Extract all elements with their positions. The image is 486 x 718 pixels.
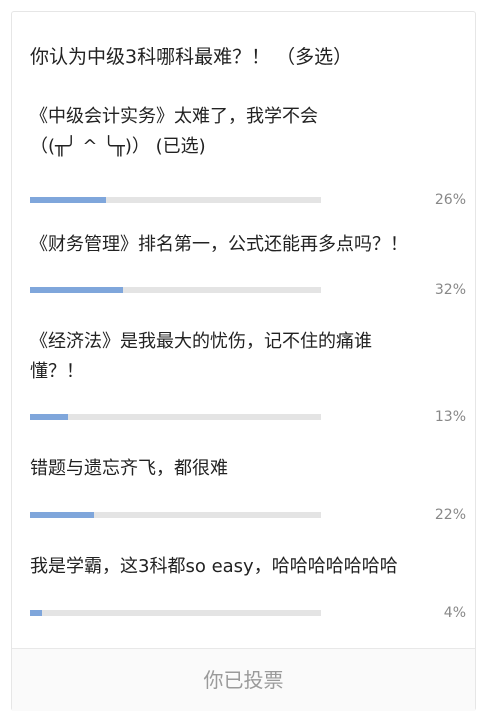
option-text-line: 《中级会计实务》太难了，我学不会 — [30, 106, 318, 127]
option-result-row: 32% — [30, 280, 466, 300]
progress-fill — [30, 414, 68, 420]
option-text-line: （(╥╯ ^ ╰╥)） (已选) — [30, 136, 206, 157]
voted-status-button[interactable]: 你已投票 — [12, 649, 475, 711]
poll-option-4: 错题与遗忘齐飞，都很难 22% — [30, 454, 466, 523]
option-text: 《经济法》是我最大的忧伤，记不住的痛谁 懂？！ — [30, 327, 466, 387]
option-result-row: 13% — [30, 407, 466, 427]
progress-fill — [30, 197, 106, 203]
option-text: 我是学霸，这3科都so easy，哈哈哈哈哈哈哈 — [30, 552, 466, 582]
progress-track — [30, 287, 321, 293]
option-text-line: 懂？！ — [30, 361, 84, 382]
percent-label: 4% — [443, 605, 466, 621]
percent-label: 32% — [434, 282, 466, 298]
poll-option-2: 《财务管理》排名第一，公式还能再多点吗？！ 32% — [30, 230, 466, 298]
option-text: 《财务管理》排名第一，公式还能再多点吗？！ — [30, 230, 466, 260]
percent-label: 22% — [434, 507, 466, 523]
option-text-line: 错题与遗忘齐飞，都很难 — [30, 458, 228, 479]
poll-question: 你认为中级3科哪科最难？！ （多选） — [30, 46, 353, 68]
percent-label: 13% — [434, 409, 466, 425]
option-text-line: 《经济法》是我最大的忧伤，记不住的痛谁 — [30, 331, 372, 352]
option-result-row: 4% — [30, 603, 466, 623]
progress-fill — [30, 610, 42, 616]
percent-label: 26% — [434, 192, 466, 208]
option-text-line: 《财务管理》排名第一，公式还能再多点吗？！ — [30, 234, 408, 255]
progress-track — [30, 414, 321, 420]
poll-card: 你认为中级3科哪科最难？！ （多选） 《中级会计实务》太难了，我学不会 （(╥╯… — [11, 11, 476, 711]
option-text: 错题与遗忘齐飞，都很难 — [30, 454, 466, 484]
progress-track — [30, 512, 321, 518]
option-result-row: 26% — [30, 190, 466, 210]
progress-fill — [30, 287, 124, 293]
poll-option-3: 《经济法》是我最大的忧伤，记不住的痛谁 懂？！ 13% — [30, 327, 466, 425]
progress-fill — [30, 512, 95, 518]
option-text-line: 我是学霸，这3科都so easy，哈哈哈哈哈哈哈 — [30, 556, 398, 577]
progress-track — [30, 610, 321, 616]
option-text: 《中级会计实务》太难了，我学不会 （(╥╯ ^ ╰╥)） (已选) — [30, 102, 466, 162]
poll-option-5: 我是学霸，这3科都so easy，哈哈哈哈哈哈哈 4% — [30, 552, 466, 621]
option-result-row: 22% — [30, 505, 466, 525]
poll-option-1: 《中级会计实务》太难了，我学不会 （(╥╯ ^ ╰╥)） (已选) 26% — [30, 102, 466, 208]
progress-track — [30, 197, 321, 203]
